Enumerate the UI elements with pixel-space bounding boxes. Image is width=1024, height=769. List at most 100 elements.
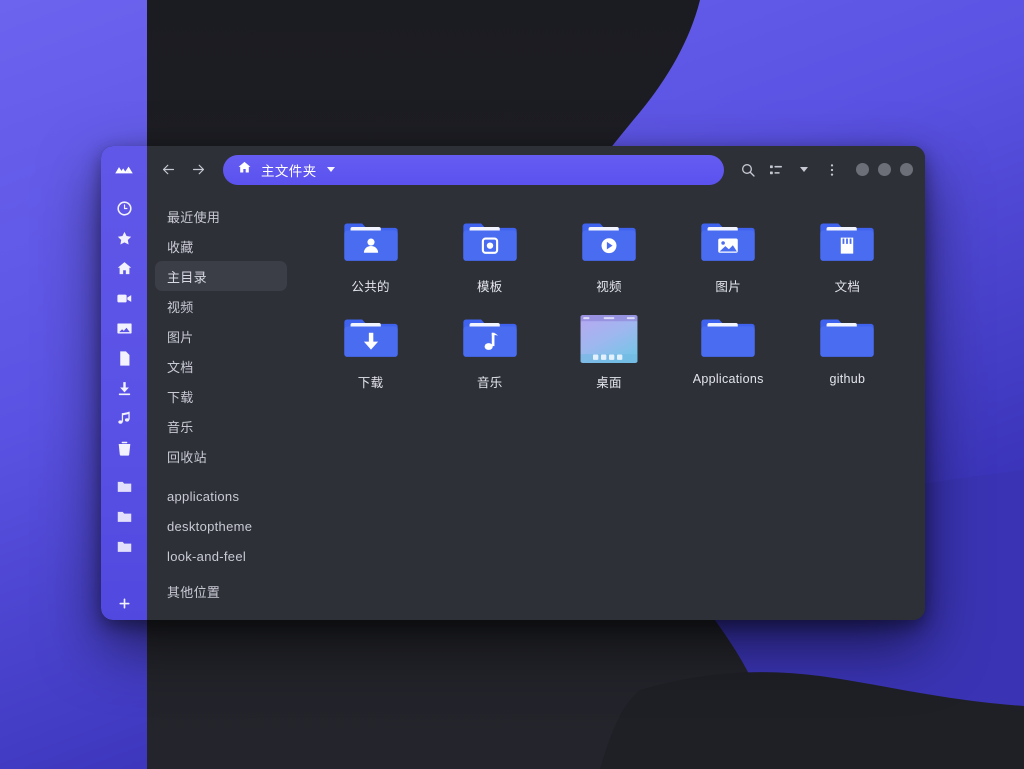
rail-item-music[interactable]	[101, 403, 147, 433]
place-label: 下载	[167, 389, 194, 405]
place-item-desktoptheme[interactable]: desktoptheme	[155, 511, 287, 541]
rail-item-documents[interactable]	[101, 343, 147, 373]
file-item[interactable]: 文档	[788, 213, 907, 301]
rail-item-desktoptheme[interactable]	[101, 501, 147, 531]
window-toolbar: 主文件夹	[147, 146, 925, 193]
file-label: 图片	[715, 280, 741, 294]
file-label: 文档	[834, 280, 861, 294]
maximize-button[interactable]	[878, 163, 891, 176]
place-label: 回收站	[167, 449, 207, 465]
rail-item-downloads[interactable]	[101, 373, 147, 403]
rail-item-home[interactable]	[101, 253, 147, 283]
forward-button[interactable]	[183, 155, 213, 185]
folder-downloads-icon	[343, 319, 398, 357]
file-item[interactable]: 桌面	[549, 309, 668, 397]
view-list-icon	[770, 164, 782, 174]
rail-item-applications[interactable]	[101, 471, 147, 501]
place-label: 音乐	[167, 419, 194, 435]
file-label: 公共的	[351, 280, 390, 294]
file-label: 音乐	[476, 376, 503, 390]
folder-icon	[701, 319, 755, 357]
place-label: desktoptheme	[167, 518, 253, 534]
place-item-recent[interactable]: 最近使用	[155, 201, 287, 231]
place-item-trash[interactable]: 回收站	[155, 441, 287, 471]
desktop-thumbnail	[580, 315, 638, 363]
arrow-right-icon	[192, 164, 204, 175]
file-view: 公共的 模板 视频 图片 文档 下载 音乐 桌面 Applications gi…	[295, 193, 925, 620]
sidebar-icon-rail	[101, 146, 147, 620]
file-label: 下载	[357, 376, 384, 390]
place-label: 视频	[167, 299, 194, 315]
place-item-home[interactable]: 主目录	[155, 261, 287, 291]
search-icon	[742, 163, 755, 177]
image-icon	[116, 323, 132, 333]
home-icon	[238, 161, 251, 172]
document-icon	[119, 350, 129, 366]
rail-item-other-locations[interactable]	[101, 586, 147, 620]
file-manager-window: 主文件夹 最近使用 收藏 主目录 视频 图片 文档 下载 音乐 回收站 appl…	[101, 146, 925, 620]
home-icon	[117, 261, 131, 274]
folder-videos-icon	[582, 223, 636, 261]
place-item-music[interactable]: 音乐	[155, 411, 287, 441]
music-icon	[117, 411, 130, 424]
video-camera-icon	[116, 294, 131, 302]
view-mode-dropdown[interactable]	[790, 156, 818, 184]
minimize-button[interactable]	[856, 163, 869, 176]
folder-icon	[117, 511, 131, 522]
place-item-look-and-feel[interactable]: look-and-feel	[155, 541, 287, 571]
place-label: look-and-feel	[167, 548, 247, 564]
rail-item-recent[interactable]	[101, 193, 147, 223]
close-button[interactable]	[900, 163, 913, 176]
app-logo	[101, 146, 147, 193]
download-icon	[118, 381, 130, 395]
file-label: github	[829, 372, 866, 386]
path-home-icon	[237, 160, 252, 180]
plus-icon	[119, 598, 129, 608]
rail-item-trash[interactable]	[101, 433, 147, 463]
file-item[interactable]: 视频	[549, 213, 668, 301]
folder-templates-icon	[463, 223, 517, 261]
place-item-documents[interactable]: 文档	[155, 351, 287, 381]
trash-icon	[118, 441, 130, 456]
file-item[interactable]: 音乐	[430, 309, 549, 397]
rail-item-favorites[interactable]	[101, 223, 147, 253]
main-menu-button[interactable]	[818, 156, 846, 184]
place-item-downloads[interactable]: 下载	[155, 381, 287, 411]
rail-item-videos[interactable]	[101, 283, 147, 313]
mountains-icon	[115, 166, 133, 173]
file-item[interactable]: github	[788, 309, 907, 397]
place-label: 图片	[167, 329, 194, 345]
place-item-favorites[interactable]: 收藏	[155, 231, 287, 261]
file-item[interactable]: 模板	[430, 213, 549, 301]
place-label: 最近使用	[167, 209, 221, 225]
file-label: 视频	[596, 280, 622, 294]
place-item-other-locations[interactable]: 其他位置	[155, 576, 287, 606]
chevron-down-icon[interactable]	[326, 167, 335, 172]
folder-documents-icon	[820, 223, 875, 261]
file-item[interactable]: 下载	[311, 309, 430, 397]
file-item[interactable]: 公共的	[311, 213, 430, 301]
clock-icon	[116, 200, 132, 216]
file-grid: 公共的 模板 视频 图片 文档 下载 音乐 桌面 Applications gi…	[311, 213, 907, 397]
rail-item-pictures[interactable]	[101, 313, 147, 343]
folder-icon	[117, 481, 131, 492]
file-label: Applications	[692, 372, 764, 386]
place-item-videos[interactable]: 视频	[155, 291, 287, 321]
places-divider	[147, 471, 295, 481]
search-button[interactable]	[734, 156, 762, 184]
place-item-applications[interactable]: applications	[155, 481, 287, 511]
back-button[interactable]	[153, 155, 183, 185]
arrow-left-icon	[162, 164, 174, 175]
place-item-pictures[interactable]: 图片	[155, 321, 287, 351]
path-bar[interactable]: 主文件夹	[223, 154, 724, 185]
file-item[interactable]: Applications	[669, 309, 788, 397]
place-label: 其他位置	[167, 584, 221, 600]
rail-item-look-and-feel[interactable]	[101, 531, 147, 561]
view-mode-button[interactable]	[762, 156, 790, 184]
place-label: 文档	[167, 359, 194, 375]
window-controls	[856, 163, 913, 176]
window-right-pane: 主文件夹 最近使用 收藏 主目录 视频 图片 文档 下载 音乐 回收站 appl…	[147, 146, 925, 620]
path-label: 主文件夹	[261, 163, 317, 179]
file-item[interactable]: 图片	[669, 213, 788, 301]
place-label: applications	[167, 488, 240, 504]
